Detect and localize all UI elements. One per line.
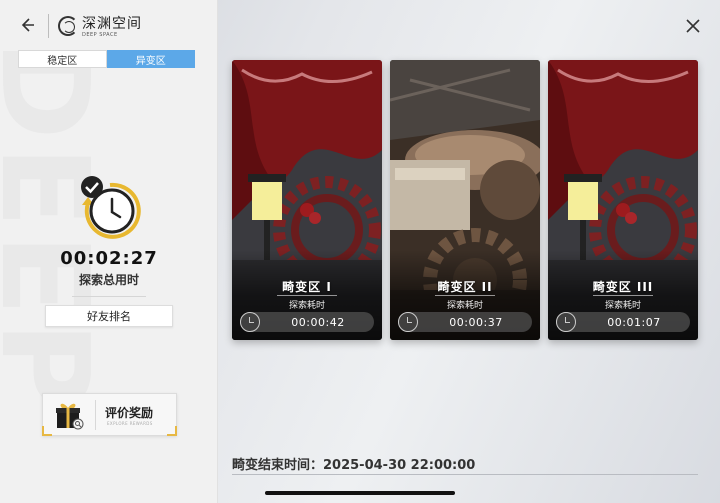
evaluation-reward-button[interactable]: 评价奖励 EXPLORE REWARDS bbox=[42, 393, 177, 436]
page-title: 深渊空间 bbox=[82, 16, 142, 32]
reward-sublabel: EXPLORE REWARDS bbox=[107, 421, 153, 426]
close-button[interactable] bbox=[682, 15, 704, 37]
clock-icon bbox=[240, 312, 260, 332]
page-subtitle: DEEP SPACE bbox=[82, 32, 118, 38]
zone-time: 00:01:07 bbox=[607, 316, 661, 329]
zone-name: 畸变区 III bbox=[592, 280, 654, 294]
zone-time: 00:00:37 bbox=[449, 316, 503, 329]
explore-time-label: 探索耗时 bbox=[288, 301, 325, 311]
explore-time-label: 探索耗时 bbox=[446, 301, 483, 311]
zone-name: 畸变区 II bbox=[437, 280, 493, 294]
clock-icon bbox=[398, 312, 418, 332]
left-panel: DEEP 深渊空间 DEEP SPACE 稳定区 异变区 00:02:27 探索… bbox=[0, 0, 218, 503]
tab-stable-zone[interactable]: 稳定区 bbox=[18, 50, 107, 68]
zone-divider bbox=[277, 295, 337, 296]
explore-time-label: 探索耗时 bbox=[604, 301, 641, 311]
tab-anomaly-zone[interactable]: 异变区 bbox=[106, 50, 195, 68]
zone-card-2[interactable]: 畸变区 II 探索耗时 00:00:37 bbox=[390, 60, 540, 340]
reward-label: 评价奖励 bbox=[105, 406, 154, 420]
zone-time: 00:00:42 bbox=[291, 316, 345, 329]
clock-icon bbox=[556, 312, 576, 332]
zone-divider bbox=[593, 295, 653, 296]
arrow-left-icon bbox=[21, 18, 34, 32]
zone-card-1[interactable]: 畸变区 I 探索耗时 00:00:42 bbox=[232, 60, 382, 340]
gift-box-icon bbox=[56, 403, 84, 430]
total-time-value: 00:02:27 bbox=[60, 248, 158, 269]
home-indicator[interactable] bbox=[265, 491, 455, 495]
total-time-label: 探索总用时 bbox=[78, 273, 139, 287]
friend-ranking-button[interactable]: 好友排名 bbox=[45, 305, 173, 327]
zone-tabs: 稳定区 异变区 bbox=[18, 50, 195, 68]
zone-card-3[interactable]: 畸变区 III 探索耗时 00:01:07 bbox=[548, 60, 698, 340]
anomaly-end-time: 畸变结束时间：2025-04-30 22:00:00 bbox=[232, 458, 476, 473]
zone-name: 畸变区 I bbox=[282, 280, 332, 294]
zone-divider bbox=[435, 295, 495, 296]
divider-line bbox=[72, 296, 146, 297]
footer-divider bbox=[232, 474, 698, 475]
deep-space-logo-icon bbox=[58, 16, 78, 36]
clock-check-icon bbox=[81, 176, 141, 239]
close-icon bbox=[686, 19, 700, 33]
back-button[interactable] bbox=[16, 14, 38, 36]
reward-divider bbox=[95, 400, 96, 430]
title-separator bbox=[48, 14, 49, 38]
